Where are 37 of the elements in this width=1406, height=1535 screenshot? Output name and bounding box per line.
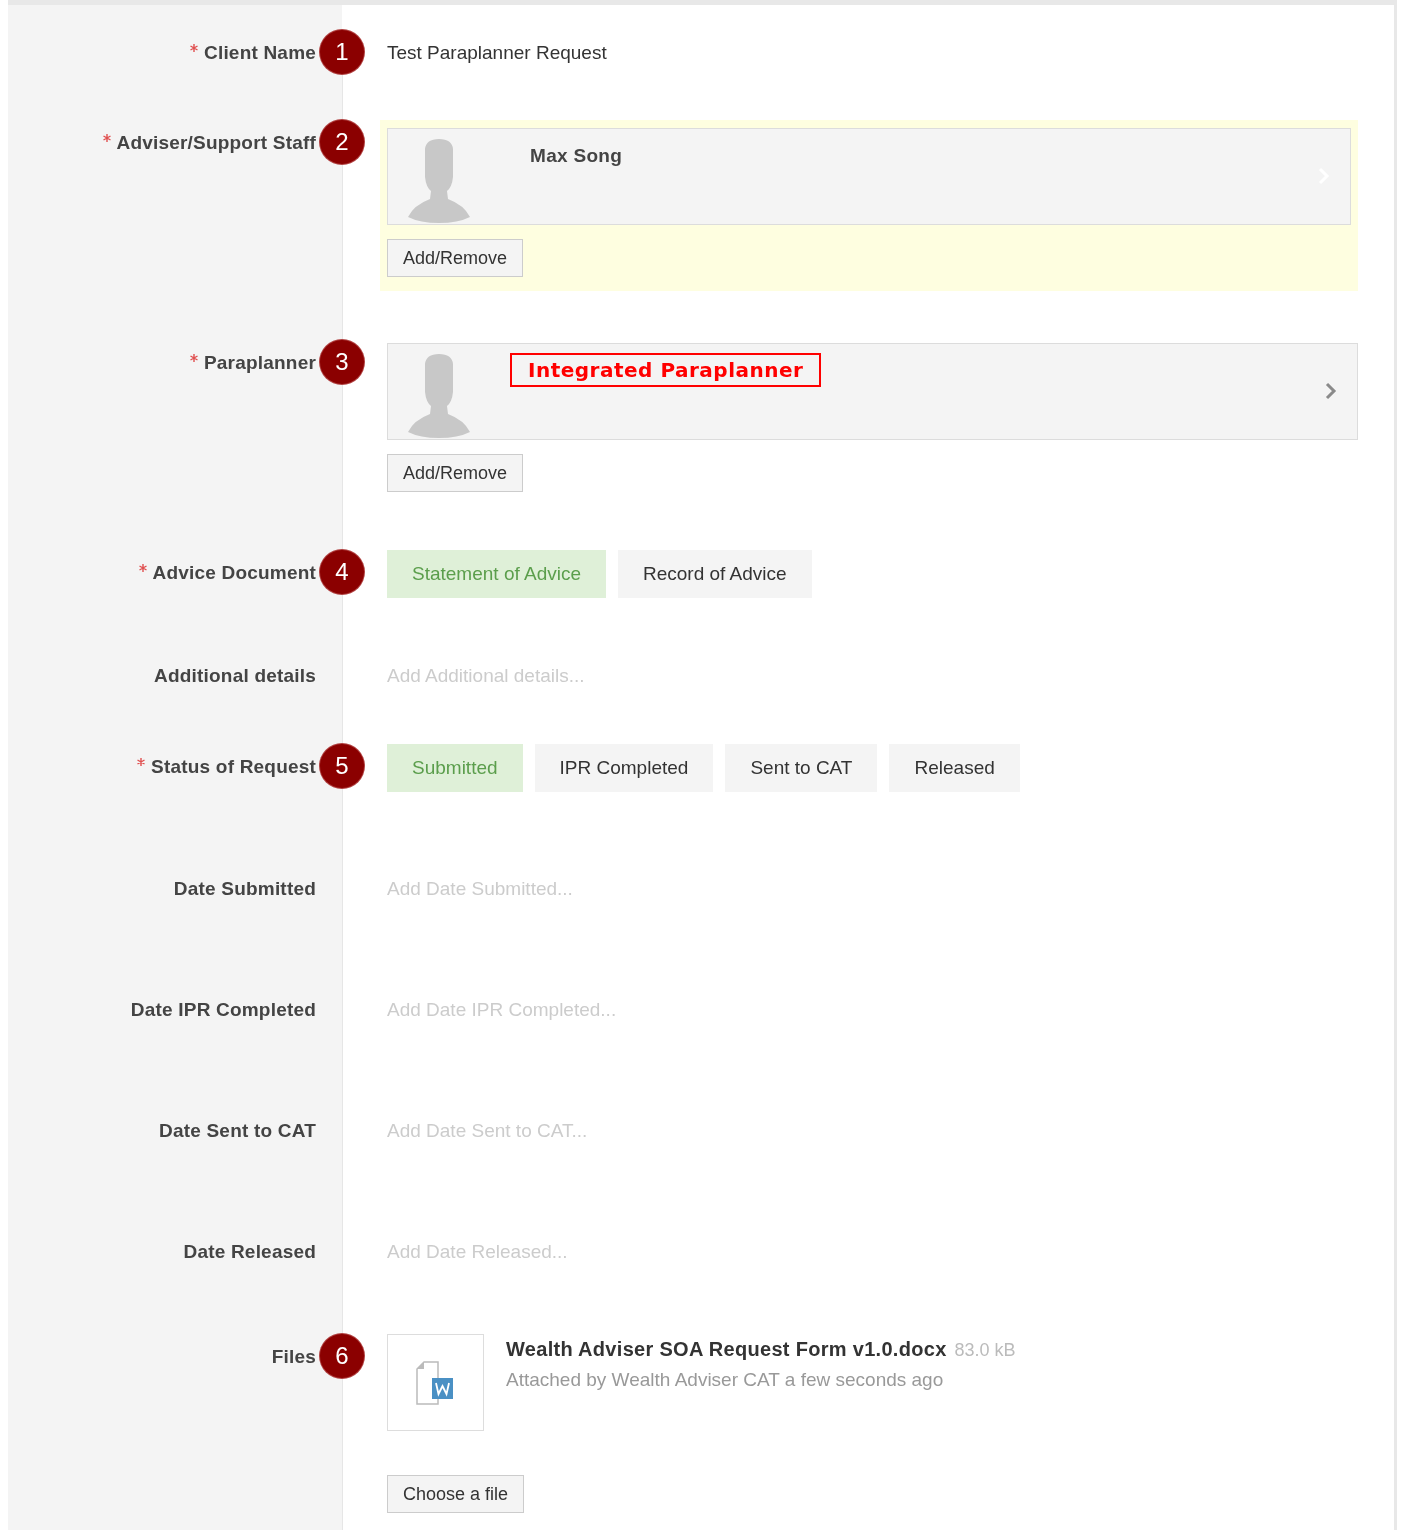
field-label: Client Name: [204, 42, 316, 64]
person-card[interactable]: Integrated Paraplanner: [387, 343, 1358, 440]
avatar-icon: [408, 139, 470, 223]
person-name: Max Song: [530, 145, 623, 167]
field-value: Test Paraplanner Request: [387, 41, 608, 64]
avatar-icon: [408, 354, 470, 438]
file-attribution: Attached by Wealth Adviser CAT a few seconds ago: [506, 1369, 945, 1391]
option-button[interactable]: IPR Completed: [534, 744, 714, 792]
step-badge: 3: [320, 340, 364, 384]
step-badge: 4: [320, 550, 364, 594]
file-thumbnail[interactable]: [387, 1334, 484, 1431]
file-name[interactable]: Wealth Adviser SOA Request Form v1.0.docx: [506, 1338, 947, 1361]
field-label: Status of Request: [151, 756, 316, 778]
field-label: Advice Document: [152, 562, 316, 584]
step-badge: 5: [320, 744, 364, 788]
field-label: Files: [271, 1346, 316, 1368]
add-remove-button[interactable]: Add/Remove: [387, 454, 524, 492]
option-button[interactable]: Released: [889, 744, 1020, 792]
person-card[interactable]: Max Song: [387, 128, 1351, 225]
file-size: 83.0 kB: [954, 1340, 1016, 1361]
field-label: Adviser/Support Staff: [116, 132, 316, 154]
field-label: Date Submitted: [173, 878, 316, 900]
field-label: Date Released: [183, 1241, 316, 1263]
choose-file-button[interactable]: Choose a file: [387, 1475, 525, 1513]
chevron-icon[interactable]: [1325, 382, 1337, 400]
field-label: Paraplanner: [203, 352, 316, 374]
document-icon: [415, 1360, 456, 1405]
person-name: Integrated Paraplanner: [510, 353, 822, 387]
option-button[interactable]: Sent to CAT: [725, 744, 878, 792]
field-label: Date IPR Completed: [130, 999, 316, 1021]
step-badge: 6: [320, 1334, 364, 1378]
field-label: Date Sent to CAT: [159, 1120, 316, 1142]
step-badge: 2: [320, 120, 364, 164]
field-label: Additional details: [154, 665, 316, 687]
option-button[interactable]: Record of Advice: [618, 550, 812, 598]
step-badge: 1: [320, 30, 364, 74]
add-remove-button[interactable]: Add/Remove: [387, 239, 524, 277]
